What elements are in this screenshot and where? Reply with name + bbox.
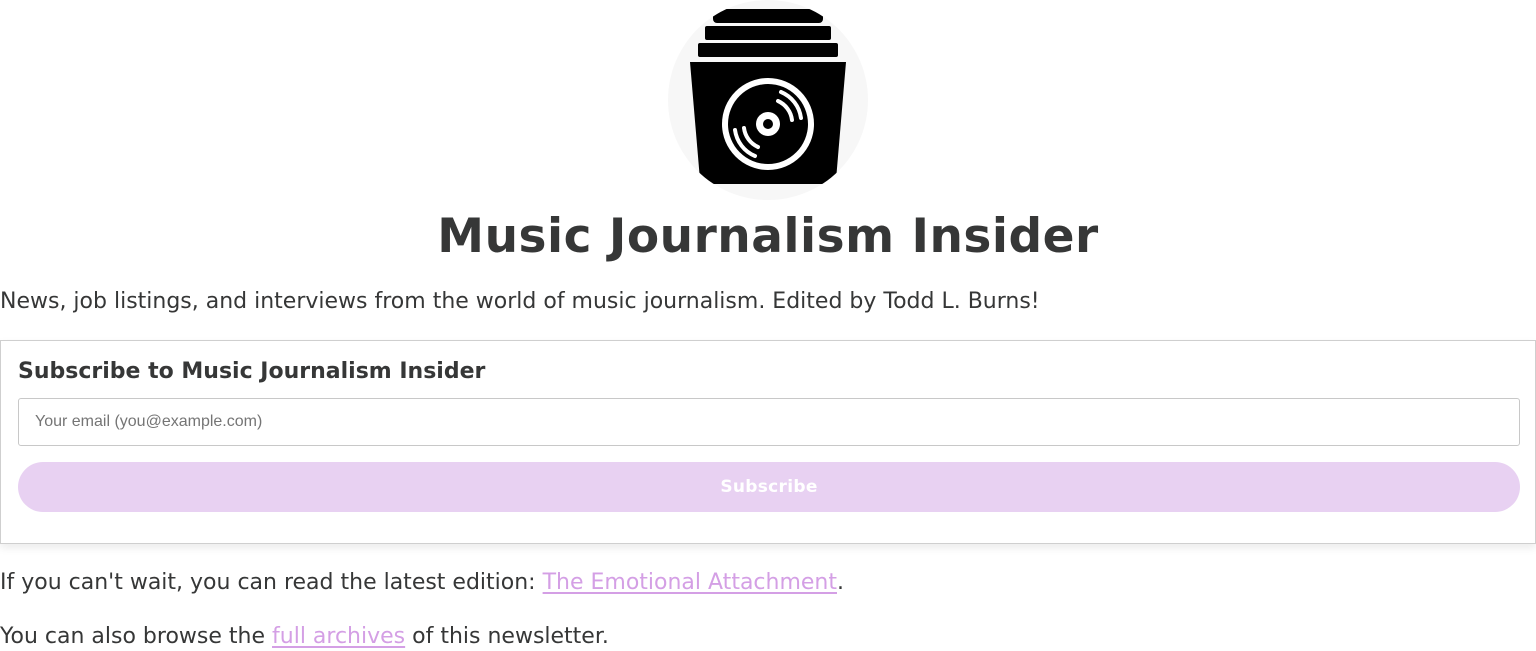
- newsletter-logo: [668, 0, 868, 200]
- latest-edition-prefix: If you can't wait, you can read the late…: [0, 570, 543, 595]
- newsletter-tagline: News, job listings, and interviews from …: [0, 289, 1040, 314]
- subscribe-form: Subscribe to Music Journalism Insider Su…: [0, 340, 1536, 544]
- record-crate-icon: [690, 9, 846, 184]
- archives-prefix: You can also browse the: [0, 624, 273, 649]
- newsletter-subscribe-page: Music Journalism Insider News, job listi…: [0, 0, 1536, 651]
- latest-edition-text: If you can't wait, you can read the late…: [0, 568, 844, 598]
- latest-edition-link[interactable]: The Emotional Attachment: [543, 570, 837, 595]
- full-archives-link[interactable]: full archives: [272, 624, 405, 649]
- page-title: Music Journalism Insider: [437, 209, 1099, 264]
- archives-suffix: of this newsletter.: [405, 624, 609, 649]
- latest-edition-suffix: .: [837, 570, 844, 595]
- email-input[interactable]: [18, 398, 1520, 446]
- archives-text: You can also browse the full archives of…: [0, 622, 609, 651]
- subscribe-heading: Subscribe to Music Journalism Insider: [18, 359, 486, 384]
- subscribe-button[interactable]: Subscribe: [18, 462, 1520, 512]
